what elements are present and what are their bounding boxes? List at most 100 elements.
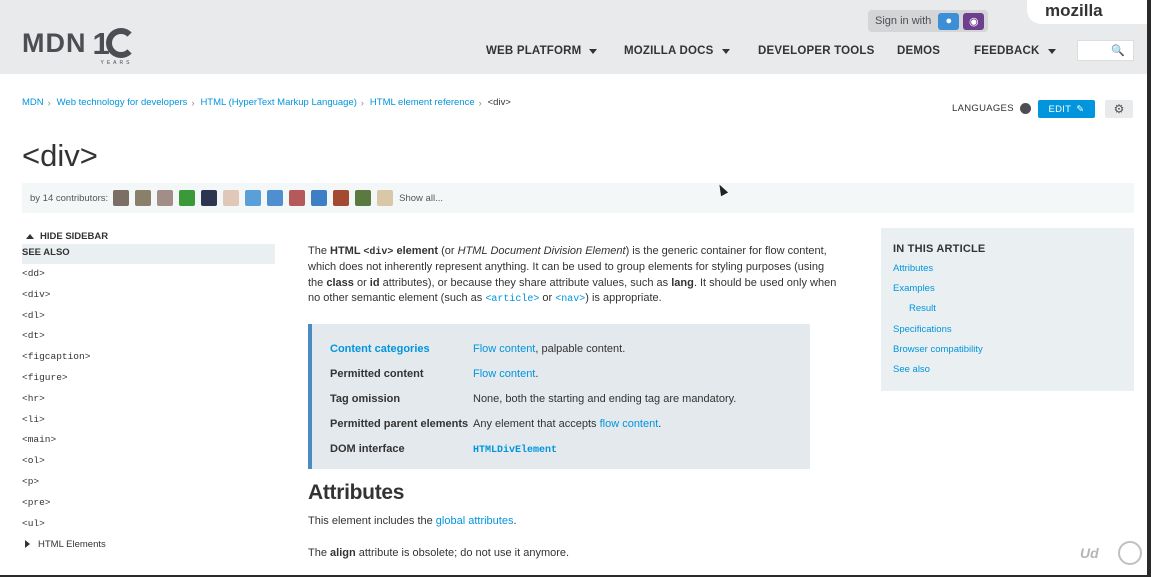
- property-value-link[interactable]: flow content: [600, 418, 659, 430]
- in-this-article-toc: IN THIS ARTICLE Attributes Examples Result…: [881, 228, 1134, 391]
- property-value: HTMLDivElement: [473, 443, 557, 456]
- property-value-link[interactable]: Flow content: [473, 343, 535, 355]
- properties-table: Content categories Flow content, palpable…: [308, 324, 810, 469]
- sidebar-item[interactable]: <p>: [22, 472, 275, 493]
- contributor-avatar[interactable]: [113, 190, 130, 206]
- contributor-avatar[interactable]: [201, 190, 218, 206]
- contributor-avatar[interactable]: [333, 190, 350, 206]
- settings-button[interactable]: ⚙: [1105, 100, 1133, 118]
- user-icon: ●: [945, 15, 953, 27]
- nav-item-label: WEB PLATFORM: [486, 45, 582, 57]
- intro-bold: HTML: [330, 245, 364, 257]
- property-value: None, both the starting and ending tag a…: [473, 393, 736, 405]
- breadcrumb: MDN › Web technology for developers › HTML (…: [22, 97, 511, 108]
- nav-item-web-platform[interactable]: WEB PLATFORM: [486, 45, 624, 57]
- nav-element-link[interactable]: <nav>: [555, 294, 585, 305]
- contributor-avatar[interactable]: [179, 190, 196, 206]
- sidebar-item[interactable]: <ul>: [22, 514, 275, 535]
- hide-sidebar-label: HIDE SIDEBAR: [40, 230, 109, 242]
- languages-button[interactable]: LANGUAGES: [952, 103, 1031, 114]
- sidebar-item[interactable]: <figcaption>: [22, 347, 275, 368]
- nav-item-feedback[interactable]: FEEDBACK: [974, 45, 1074, 57]
- breadcrumb-link[interactable]: Web technology for developers: [57, 97, 188, 108]
- sign-in-label: Sign in with: [875, 15, 932, 27]
- gear-icon: ⚙: [1113, 102, 1125, 116]
- breadcrumb-link[interactable]: HTML element reference: [370, 97, 475, 108]
- toc-item-specifications[interactable]: Specifications: [893, 322, 1122, 342]
- hide-sidebar-toggle[interactable]: HIDE SIDEBAR: [26, 228, 275, 244]
- intro-code-div: <div>: [363, 247, 394, 258]
- nav-item-mozilla-docs[interactable]: MOZILLA DOCS: [624, 45, 758, 57]
- intro-text: The: [308, 245, 331, 257]
- nav-item-developer-tools[interactable]: DEVELOPER TOOLS: [758, 45, 897, 57]
- sidebar-item[interactable]: <hr>: [22, 389, 275, 410]
- mozilla-tab[interactable]: mozilla: [1027, 0, 1147, 24]
- mdn-page: MDN 1 YEARS Sign in with ● ◉ mozilla WEB…: [0, 0, 1147, 575]
- nav-item-label: DEVELOPER TOOLS: [758, 45, 875, 57]
- sidebar-item[interactable]: <div>: [22, 285, 275, 306]
- watermark-ring-icon: [1118, 541, 1142, 565]
- html-elements-toggle[interactable]: HTML Elements: [25, 534, 275, 554]
- expand-right-icon: [25, 540, 30, 549]
- contributor-avatar[interactable]: [355, 190, 372, 206]
- sidebar-item[interactable]: <pre>: [22, 493, 275, 514]
- sidebar-item[interactable]: <main>: [22, 430, 275, 451]
- toc-item-attributes[interactable]: Attributes: [893, 261, 1122, 281]
- sign-in-group: Sign in with ● ◉: [868, 10, 989, 32]
- property-value-text: , palpable content.: [535, 342, 626, 355]
- chevron-down-icon: [1047, 48, 1056, 54]
- property-key[interactable]: Content categories: [312, 343, 473, 355]
- sidebar-item[interactable]: <dt>: [22, 326, 275, 347]
- align-paragraph: The align attribute is obsolete; do not …: [308, 547, 569, 559]
- chevron-down-icon: [721, 48, 730, 54]
- attributes-text: This element includes the: [308, 515, 436, 527]
- contributor-avatar[interactable]: [377, 190, 394, 206]
- contributor-avatar[interactable]: [157, 190, 174, 206]
- intro-text: attributes), or because they share attri…: [379, 276, 672, 289]
- sidebar-item[interactable]: <dl>: [22, 306, 275, 327]
- sidebar-item[interactable]: <figure>: [22, 368, 275, 389]
- dom-interface-link[interactable]: HTMLDivElement: [473, 445, 557, 456]
- toc-item-see-also[interactable]: See also: [893, 362, 1122, 382]
- chevron-down-icon: [589, 48, 598, 54]
- toc-item-result[interactable]: Result: [893, 301, 1122, 321]
- breadcrumb-current: <div>: [487, 97, 511, 108]
- edit-button[interactable]: EDIT ✎: [1038, 100, 1095, 118]
- breadcrumb-link[interactable]: HTML (HyperText Markup Language): [200, 97, 356, 108]
- property-key: Tag omission: [330, 392, 401, 405]
- toc-item-browser-compatibility[interactable]: Browser compatibility: [893, 342, 1122, 362]
- nav-item-label: FEEDBACK: [974, 45, 1040, 57]
- contributors-label: by 14 contributors:: [30, 192, 109, 204]
- persona-sign-in-button[interactable]: ●: [938, 12, 960, 30]
- sidebar-item[interactable]: <li>: [22, 410, 275, 431]
- search-input[interactable]: 🔍: [1077, 40, 1134, 61]
- sidebar-item[interactable]: <dd>: [22, 264, 275, 285]
- contributors-bar: by 14 contributors: Show all...: [22, 183, 1134, 213]
- contributor-avatar[interactable]: [311, 190, 328, 206]
- property-value-link[interactable]: Flow content: [473, 368, 535, 380]
- nav-item-demos[interactable]: DEMOS: [897, 45, 974, 57]
- show-all-link[interactable]: Show all...: [399, 193, 443, 204]
- global-attributes-link[interactable]: global attributes: [436, 515, 514, 527]
- contributor-avatars: [113, 190, 394, 206]
- attributes-paragraph: This element includes the global attribu…: [308, 515, 517, 527]
- languages-label: LANGUAGES: [952, 103, 1014, 114]
- property-row: Permitted content Flow content.: [312, 361, 810, 386]
- contributor-avatar[interactable]: [289, 190, 306, 206]
- contributor-avatar[interactable]: [267, 190, 284, 206]
- mdn-logo[interactable]: MDN 1 YEARS: [22, 26, 137, 68]
- contributor-avatar[interactable]: [135, 190, 152, 206]
- sidebar-item[interactable]: <ol>: [22, 451, 275, 472]
- article-element-link[interactable]: <article>: [485, 294, 539, 305]
- logo-text: MDN: [22, 28, 87, 58]
- toc-item-examples[interactable]: Examples: [893, 281, 1122, 301]
- breadcrumb-link[interactable]: MDN: [22, 97, 44, 108]
- toc-list: Attributes Examples Result Specifications Br…: [893, 261, 1122, 382]
- contributor-avatar[interactable]: [223, 190, 240, 206]
- github-sign-in-button[interactable]: ◉: [963, 12, 985, 30]
- contributor-avatar[interactable]: [245, 190, 262, 206]
- collapse-up-icon: [26, 233, 34, 239]
- chevron-right-icon: ›: [191, 97, 195, 108]
- property-row: Content categories Flow content, palpable…: [312, 336, 810, 361]
- property-key: Permitted parent elements: [330, 418, 469, 431]
